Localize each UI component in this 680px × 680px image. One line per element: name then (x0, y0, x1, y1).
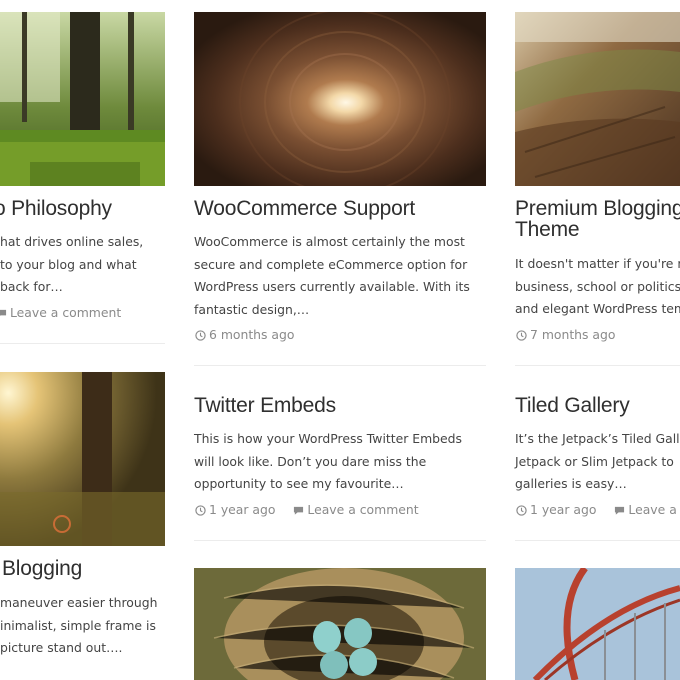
post-meta: 7 months ago (516, 328, 629, 344)
excerpt-line: Jetpack or Slim Jetpack to (515, 453, 674, 469)
comment-label: Leave a comment (307, 502, 419, 517)
clock-icon (195, 504, 206, 516)
date-link[interactable]: 1 year ago (516, 503, 596, 517)
forest-image (0, 12, 165, 186)
date-label: 7 months ago (530, 327, 616, 342)
excerpt-line: inimalist, simple frame is (0, 617, 156, 633)
excerpt-line: will look like. Don’t you dare miss the (194, 453, 427, 469)
title-line: Theme (515, 218, 580, 241)
post-title[interactable]: o Philosophy (0, 198, 112, 219)
post-title[interactable]: Tiled Gallery (515, 395, 630, 416)
date-link[interactable]: 7 months ago (516, 328, 615, 342)
excerpt-line: fantastic design,… (194, 301, 310, 317)
excerpt-line: back for… (0, 279, 63, 295)
post-excerpt: WooCommerce is almost certainly the most… (194, 231, 470, 321)
clock-icon (195, 329, 206, 341)
rollercoaster-image (515, 568, 680, 680)
thumb-tube[interactable] (194, 12, 486, 186)
comment-link[interactable]: Leave a c (614, 503, 680, 517)
sunset-forest-image (0, 372, 165, 546)
excerpt-line: and elegant WordPress tem (515, 301, 680, 317)
date-link[interactable]: 6 months ago (195, 328, 294, 342)
post-excerpt: It doesn't matter if you're m business, … (515, 253, 680, 321)
post-meta: Leave a comment (0, 306, 135, 322)
excerpt-line: maneuver easier through (0, 595, 158, 610)
comment-icon (615, 506, 625, 515)
separator (0, 343, 165, 344)
separator (515, 540, 680, 541)
excerpt-line: WordPress users currently available. Wit… (194, 279, 470, 295)
post-meta: 6 months ago (195, 328, 308, 344)
excerpt-line: business, school or politics (515, 278, 680, 294)
excerpt-line: secure and complete eCommerce option for (194, 256, 468, 272)
comment-link[interactable]: Leave a comment (0, 306, 121, 320)
post-excerpt: maneuver easier through inimalist, simpl… (0, 592, 157, 660)
post-title[interactable]: Twitter Embeds (194, 395, 336, 416)
post-title[interactable]: Premium Blogging Theme (515, 198, 680, 240)
post-excerpt: It’s the Jetpack’s Tiled Galle Jetpack o… (515, 428, 680, 496)
thumb-sunset-forest[interactable] (0, 372, 165, 546)
thumb-nest[interactable] (194, 568, 486, 680)
post-title[interactable]: WooCommerce Support (194, 198, 415, 219)
excerpt-line: It doesn't matter if you're m (515, 256, 680, 271)
thumb-forest[interactable] (0, 12, 165, 186)
post-excerpt: This is how your WordPress Twitter Embed… (194, 428, 462, 496)
excerpt-line: opportunity to see my favourite… (194, 476, 404, 492)
comment-label: Leave a c (628, 502, 680, 517)
excerpt-line: WooCommerce is almost certainly the most (194, 234, 465, 249)
post-title[interactable]: Blogging (2, 558, 82, 579)
date-label: 6 months ago (209, 327, 295, 342)
comment-link[interactable]: Leave a comment (293, 502, 419, 517)
post-meta: 1 year ago Leave a c (516, 503, 680, 519)
comment-icon (294, 506, 304, 515)
excerpt-line: picture stand out…. (0, 640, 123, 656)
clock-icon (516, 329, 527, 341)
date-label: 1 year ago (209, 502, 276, 517)
separator (515, 365, 680, 366)
post-meta: 1 year ago Leave a comment (195, 503, 433, 519)
separator (194, 540, 486, 541)
clock-icon (516, 504, 527, 516)
date-label: 1 year ago (530, 502, 597, 517)
excerpt-line: It’s the Jetpack’s Tiled Galle (515, 431, 680, 446)
excerpt-line: galleries is easy… (515, 476, 627, 492)
comment-label: Leave a comment (10, 305, 122, 320)
date-link[interactable]: 1 year ago (195, 503, 275, 517)
thumb-rollercoaster[interactable] (515, 568, 680, 680)
post-excerpt: hat drives online sales, to your blog an… (0, 231, 143, 299)
title-line: Premium Blogging (515, 197, 680, 220)
comment-icon (0, 309, 7, 316)
excerpt-line: to your blog and what (0, 256, 137, 272)
excerpt-line: hat drives online sales, (0, 234, 144, 249)
separator (194, 365, 486, 366)
log-image (515, 12, 680, 186)
excerpt-line: This is how your WordPress Twitter Embed… (194, 431, 462, 446)
thumb-log[interactable] (515, 12, 680, 186)
tube-image (194, 12, 486, 186)
nest-image (194, 568, 486, 680)
